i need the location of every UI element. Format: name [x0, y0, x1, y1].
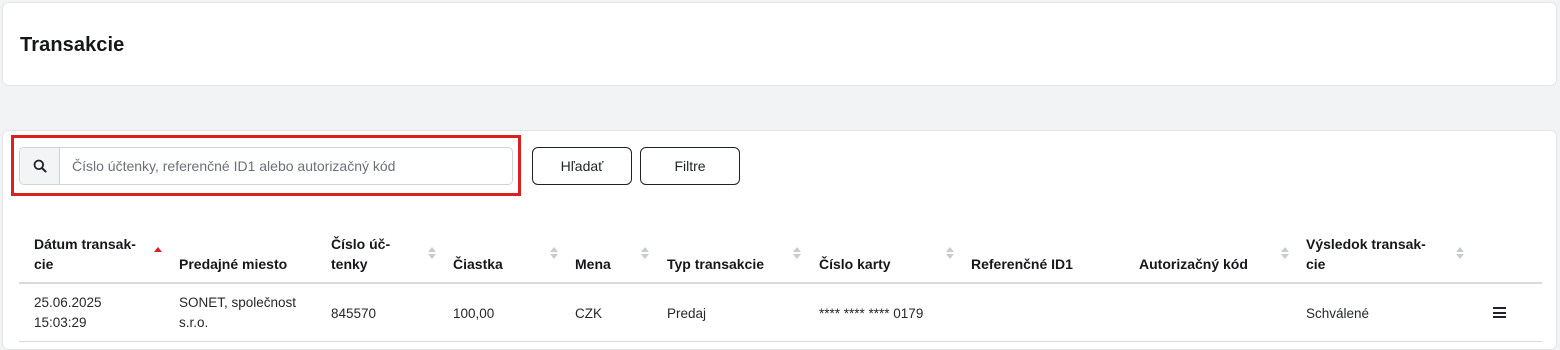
cell-receipt: 845570 [331, 306, 377, 321]
sort-icon[interactable] [793, 247, 801, 259]
hamburger-menu-icon[interactable] [1493, 307, 1506, 318]
sort-ascending-icon[interactable] [154, 247, 162, 259]
column-header-merchant[interactable]: Predajné miesto [179, 254, 287, 274]
column-header-amount[interactable]: Čiastka [453, 254, 503, 274]
transactions-panel: Hľadať Filtre Dátum transak-cie Predajné… [2, 130, 1557, 350]
cell-result: Schválené [1306, 306, 1370, 321]
filter-button[interactable]: Filtre [640, 147, 740, 185]
column-header-reference-id[interactable]: Referenčné ID1 [971, 254, 1073, 274]
sort-icon[interactable] [550, 247, 558, 259]
cell-merchant: SONET, společnost s.r.o. [179, 295, 297, 330]
sort-icon[interactable] [946, 247, 954, 259]
table-row[interactable]: 25.06.2025 15:03:29 SONET, společnost s.r.… [19, 284, 1542, 342]
column-header-card[interactable]: Číslo karty [819, 254, 891, 274]
column-header-auth-code[interactable]: Autorizačný kód [1139, 254, 1248, 274]
cell-type: Predaj [667, 306, 707, 321]
cell-card: **** **** **** 0179 [819, 306, 924, 321]
column-header-receipt[interactable]: Číslo úč-tenky [331, 234, 390, 274]
sort-icon[interactable] [428, 247, 436, 259]
sort-icon[interactable] [1281, 247, 1289, 259]
column-header-result[interactable]: Výsledok transak-cie [1306, 234, 1426, 274]
sort-icon[interactable] [1456, 247, 1464, 259]
sort-icon[interactable] [641, 247, 649, 259]
table-header: Dátum transak-cie Predajné miesto Číslo … [19, 225, 1542, 284]
search-input[interactable] [60, 148, 512, 184]
cell-amount: 100,00 [453, 306, 495, 321]
column-header-currency[interactable]: Mena [575, 254, 611, 274]
cell-currency: CZK [575, 306, 602, 321]
column-header-date[interactable]: Dátum transak-cie [34, 234, 136, 274]
page-title: Transakcie [20, 34, 125, 56]
search-group [19, 147, 513, 185]
column-header-type[interactable]: Typ transakcie [667, 254, 764, 274]
page-header: Transakcie [2, 2, 1557, 86]
search-icon[interactable] [20, 148, 60, 184]
search-button[interactable]: Hľadať [532, 147, 632, 185]
cell-date: 25.06.2025 15:03:29 [34, 295, 102, 330]
